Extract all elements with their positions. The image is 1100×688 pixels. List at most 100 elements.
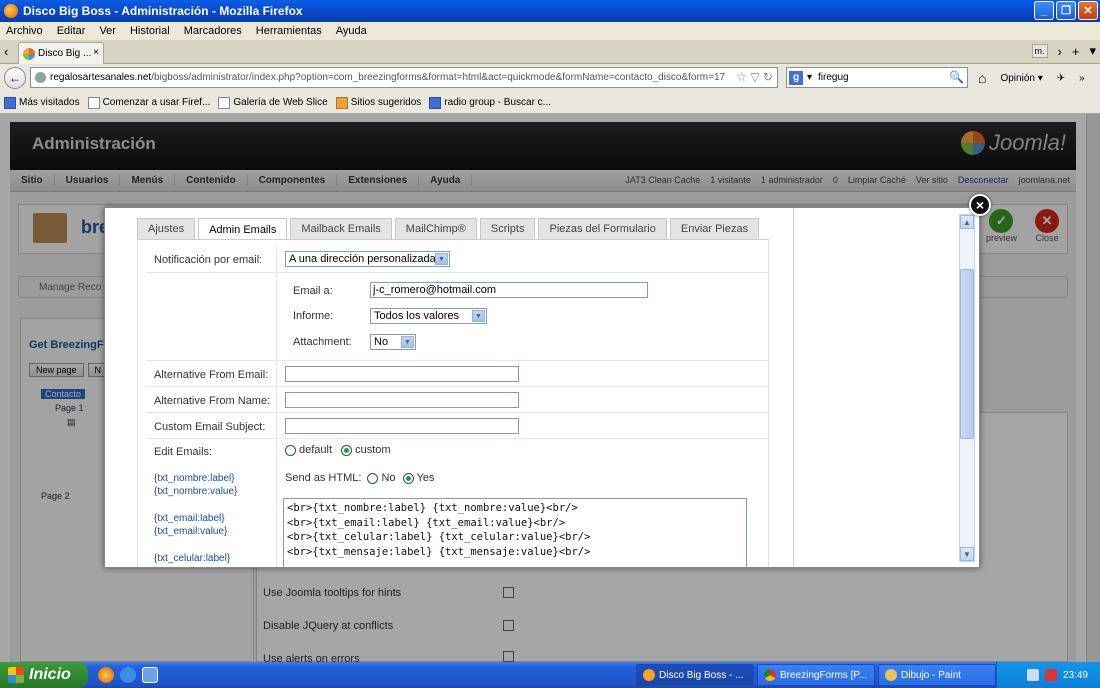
firefox-quick-icon[interactable] [98,667,114,683]
bookmark-mas-visitados[interactable]: Más visitados [4,96,80,109]
maximize-button[interactable]: ❐ [1056,1,1076,20]
custom-subject-input[interactable] [285,418,519,434]
joomla-favicon-icon [23,47,35,60]
menu-ayuda[interactable]: Ayuda [336,25,367,37]
clock: 23:49 [1062,669,1088,681]
start-button[interactable]: Inicio [0,662,88,688]
radio-default[interactable] [285,444,296,456]
opinion-button[interactable]: Opinión ▾ [1000,73,1042,84]
tab-scripts[interactable]: Scripts [479,218,536,239]
placeholder-item[interactable]: {txt_celular:label} [154,552,237,565]
tab-strip: ‹ Disco Big ... × m. › + ▾ [0,40,1100,64]
tab-ajustes[interactable]: Ajustes [137,218,196,239]
menu-archivo[interactable]: Archivo [6,25,43,37]
tray-icon[interactable] [1026,669,1039,681]
alt-from-name-input[interactable] [285,392,519,408]
url-path: /bigboss/administrator/index.php?option=… [151,72,726,83]
informe-label: Informe: [293,310,334,322]
placeholder-item[interactable]: {txt_email:value} [154,525,237,538]
row-notificacion: Notificación por email: A una dirección … [146,246,768,273]
new-tab-icon[interactable]: + [1072,44,1080,59]
bookmark-comenzar[interactable]: Comenzar a usar Firef... [87,96,210,109]
alt-from-email-label: Alternative From Email: [154,369,269,381]
search-bar[interactable]: g ▾ firegug 🔍 [786,67,968,88]
network-icon[interactable] [1044,669,1057,681]
tab-overflow[interactable]: m. [1031,44,1048,58]
extension-icon[interactable]: ✈ [1057,73,1065,84]
informe-select[interactable]: Todos los valores ▼ [370,308,487,324]
email-a-input[interactable]: j-c_romero@hotmail.com [370,282,648,298]
ie-quick-icon[interactable] [120,667,136,683]
close-window-button[interactable]: ✕ [1078,1,1098,20]
menu-marcadores[interactable]: Marcadores [184,25,242,37]
tab-mailback-emails[interactable]: Mailback Emails [290,218,392,239]
google-icon [429,96,442,109]
bookmark-star-icon[interactable]: ☆ ▽ ↻ [736,70,773,84]
attachment-select[interactable]: No ▼ [370,334,416,350]
menu-herramientas[interactable]: Herramientas [256,25,322,37]
placeholder-item[interactable]: {txt_email:label} [154,512,237,525]
tab-scroll-right-icon[interactable]: › [1058,44,1062,59]
opinion-arrow-icon: ▾ [1037,72,1043,84]
browser-tab[interactable]: Disco Big ... × [18,42,104,64]
search-icon[interactable]: 🔍 [949,70,964,84]
url-domain: regalosartesanales.net [50,72,152,83]
bookmark-web-slice[interactable]: Galería de Web Slice [218,96,328,109]
tab-mailchimp[interactable]: MailChimp® [394,218,477,239]
radio-html-no[interactable] [367,472,379,484]
modal-close-icon[interactable]: × [969,194,991,216]
bookmark-label: Sitios sugeridos [350,97,422,108]
url-bar[interactable]: regalosartesanales.net /bigboss/administ… [30,67,778,88]
bookmark-label: Más visitados [19,97,80,108]
task-chrome[interactable]: BreezingForms [P... [757,664,875,686]
email-a-label: Email a: [293,285,333,297]
notificacion-select[interactable]: A una dirección personalizada ▼ [285,251,450,267]
row-custom-subject: Custom Email Subject: [146,413,768,439]
folder-icon [4,96,16,109]
task-firefox[interactable]: Disco Big Boss - ... [636,664,754,686]
radio-custom[interactable] [341,444,353,456]
bookmark-label: Galería de Web Slice [233,97,328,108]
site-identity-icon[interactable] [35,72,46,83]
email-template-textarea[interactable]: <br>{txt_nombre:label} {txt_nombre:value… [283,498,747,567]
scroll-thumb[interactable] [960,269,974,439]
send-html-label: Send as HTML: [285,472,362,484]
placeholder-item[interactable]: {txt_nombre:value} [154,485,237,498]
radio-html-yes[interactable] [402,472,414,484]
back-button[interactable]: ← [4,67,26,89]
task-list: Disco Big Boss - ... BreezingForms [P...… [636,664,996,686]
google-icon[interactable]: g [789,70,803,85]
chevron-down-icon: ▼ [435,253,448,265]
modal-tabs: Ajustes Admin Emails Mailback Emails Mai… [137,218,760,240]
menu-historial[interactable]: Historial [130,25,170,37]
home-icon[interactable]: ⌂ [978,70,986,86]
tab-list-icon[interactable]: ▾ [1089,43,1096,59]
desktop-quick-icon[interactable] [142,667,158,683]
window-title: Disco Big Boss - Administración - Mozill… [23,4,303,18]
toolbar-overflow-icon[interactable]: » [1079,73,1085,84]
task-paint[interactable]: Dibujo - Paint [878,664,996,686]
bookmark-radio-group[interactable]: radio group - Buscar c... [429,96,551,109]
bookmark-sitios-sugeridos[interactable]: Sitios sugeridos [335,96,422,109]
menu-ver[interactable]: Ver [99,25,116,37]
scroll-up-icon[interactable]: ▲ [960,215,974,229]
tab-scroll-left-icon[interactable]: ‹ [4,44,8,59]
navigation-bar: ← regalosartesanales.net /bigboss/admini… [0,64,1100,92]
page-icon [218,96,231,109]
search-input[interactable]: firegug [818,72,849,83]
chrome-icon [764,669,776,681]
tab-admin-emails[interactable]: Admin Emails [198,218,288,240]
tab-piezas-formulario[interactable]: Piezas del Formulario [538,218,667,239]
tab-close-icon[interactable]: × [93,47,99,58]
minimize-button[interactable]: _ [1034,1,1054,20]
alt-from-email-input[interactable] [285,366,519,382]
task-label: Disco Big Boss - ... [659,669,744,681]
tab-enviar-piezas[interactable]: Enviar Piezas [669,218,760,239]
menu-editar[interactable]: Editar [57,25,86,37]
placeholder-item[interactable]: {txt_nombre:label} [154,472,237,485]
firefox-icon [4,4,18,18]
radio-custom-label: custom [355,444,391,456]
scroll-down-icon[interactable]: ▼ [960,547,974,561]
modal-scrollbar[interactable]: ▲ ▼ [959,214,975,562]
search-engine-arrow[interactable]: ▾ [807,72,812,83]
